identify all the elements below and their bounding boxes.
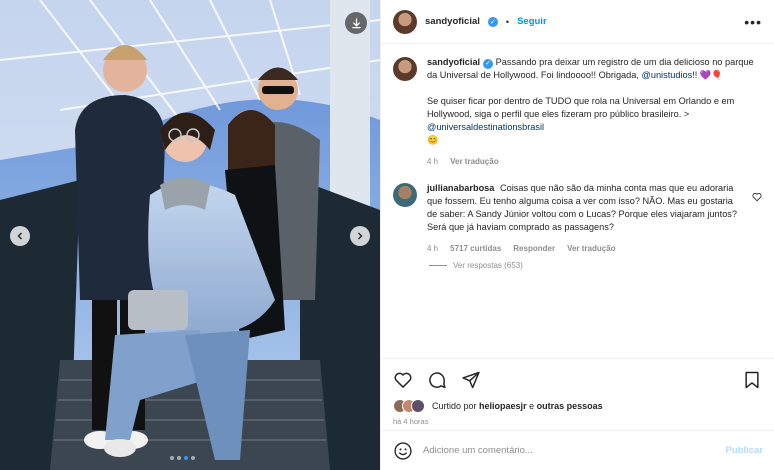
- likes-prefix: Curtido por: [432, 401, 477, 411]
- more-options-icon[interactable]: •••: [744, 14, 762, 30]
- comment-heart-icon[interactable]: [752, 192, 762, 202]
- carousel-dot-active: [184, 456, 188, 460]
- paper-plane-icon[interactable]: [461, 370, 481, 390]
- chevron-left-icon: [17, 232, 22, 240]
- caption-username[interactable]: sandyoficial: [427, 57, 480, 67]
- download-button[interactable]: [345, 12, 367, 34]
- publish-button[interactable]: Publicar: [726, 445, 764, 456]
- instagram-post: sandyoficial ✓ • Seguir ••• sandyoficial…: [0, 0, 774, 470]
- carousel-dot: [191, 456, 195, 460]
- comment-icon[interactable]: [427, 370, 447, 390]
- liker-avatars: [393, 399, 425, 413]
- comment-input[interactable]: [423, 445, 716, 456]
- comment-meta: 4 h 5717 curtidas Responder Ver tradução: [427, 242, 738, 255]
- photo-scene: [0, 0, 380, 470]
- mention-unistudios[interactable]: @unistudios!!: [642, 70, 698, 80]
- likes-summary: Curtido por heliopaesjr e outras pessoas: [393, 399, 762, 413]
- caption-translate-link[interactable]: Ver tradução: [450, 155, 498, 168]
- caption-body: sandyoficial ✓ Passando pra deixar um reg…: [427, 56, 762, 168]
- likes-text: Curtido por heliopaesjr e outras pessoas: [432, 401, 603, 411]
- verified-badge-icon: ✓: [483, 58, 494, 69]
- post-panel: sandyoficial ✓ • Seguir ••• sandyoficial…: [380, 0, 774, 470]
- smiley-icon[interactable]: [393, 441, 413, 461]
- caption-time: 4 h: [427, 157, 439, 166]
- add-comment-bar: Publicar: [381, 430, 774, 470]
- heart-icon[interactable]: [393, 370, 413, 390]
- chevron-right-icon: [358, 232, 363, 240]
- avatar: [411, 399, 425, 413]
- likes-middle: e: [529, 401, 535, 411]
- carousel-dots: [170, 456, 195, 460]
- post-timestamp[interactable]: há 4 horas: [393, 417, 762, 426]
- post-header: sandyoficial ✓ • Seguir •••: [381, 0, 774, 44]
- carousel-dot: [170, 456, 174, 460]
- view-replies-link[interactable]: Ver respostas (653): [429, 261, 762, 270]
- action-icons: [393, 367, 762, 393]
- comments-list[interactable]: sandyoficial ✓ Passando pra deixar um reg…: [381, 44, 774, 358]
- bookmark-icon[interactable]: [742, 370, 762, 390]
- previous-photo-button[interactable]: [10, 226, 30, 246]
- caption: sandyoficial ✓ Passando pra deixar um reg…: [393, 56, 762, 168]
- likes-others[interactable]: outras pessoas: [537, 401, 603, 411]
- download-icon: [351, 17, 361, 28]
- separator-dot: •: [505, 16, 510, 27]
- caption-emoji-2: 😊: [427, 135, 439, 145]
- avatar[interactable]: [393, 9, 417, 34]
- reply-button[interactable]: Responder: [513, 242, 555, 255]
- caption-emoji-1: 💜🎈: [699, 70, 723, 80]
- next-photo-button[interactable]: [350, 226, 370, 246]
- comment-time: 4 h: [427, 244, 439, 253]
- comment-likes[interactable]: 5717 curtidas: [450, 242, 501, 255]
- caption-meta: 4 h Ver tradução: [427, 155, 762, 168]
- comment-username[interactable]: jullianabarbosa: [427, 183, 494, 193]
- comment-body: jullianabarbosa Coisas que não são da mi…: [427, 182, 738, 255]
- carousel-dot: [177, 456, 181, 460]
- caption-text-2: Se quiser ficar por dentro de TUDO que r…: [427, 96, 735, 119]
- comment: jullianabarbosa Coisas que não são da mi…: [393, 182, 762, 255]
- verified-badge-icon: ✓: [487, 16, 498, 27]
- likes-user[interactable]: heliopaesjr: [479, 401, 527, 411]
- avatar[interactable]: [393, 183, 417, 207]
- follow-button[interactable]: Seguir: [517, 16, 547, 27]
- mention-universaldestinationsbrasil[interactable]: @universaldestinationsbrasil: [427, 122, 544, 132]
- avatar[interactable]: [393, 57, 417, 81]
- post-photo[interactable]: [0, 0, 380, 470]
- comment-translate-link[interactable]: Ver tradução: [567, 242, 615, 255]
- post-username[interactable]: sandyoficial: [425, 16, 480, 27]
